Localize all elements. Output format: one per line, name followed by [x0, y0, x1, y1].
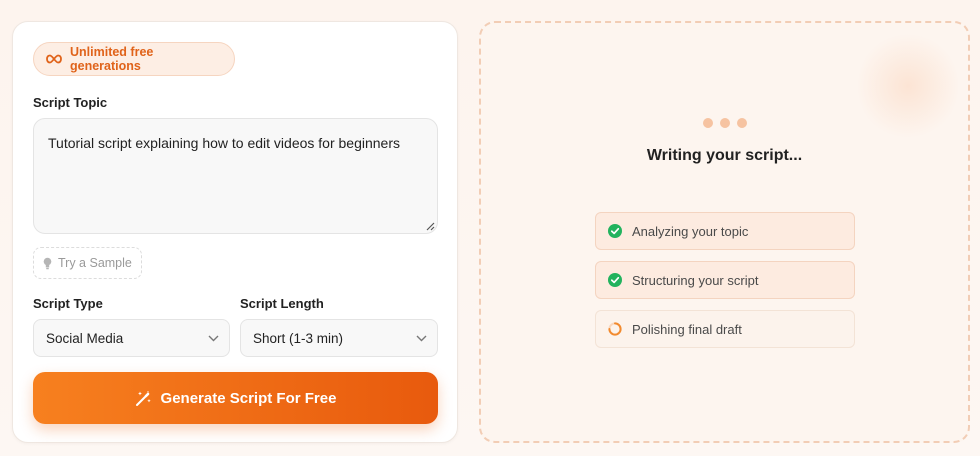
progress-step-polishing: Polishing final draft: [595, 310, 855, 348]
chevron-down-icon: [416, 335, 427, 341]
page: Unlimited free generations Script Topic …: [0, 0, 980, 456]
script-length-label: Script Length: [240, 296, 324, 311]
step-label: Polishing final draft: [632, 321, 742, 337]
script-length-select[interactable]: Short (1-3 min): [240, 319, 438, 357]
script-type-label: Script Type: [33, 296, 103, 311]
step-label: Structuring your script: [632, 272, 759, 288]
decorative-glow: [858, 31, 958, 141]
generate-script-button[interactable]: Generate Script For Free: [33, 372, 438, 424]
infinity-icon: [46, 54, 62, 64]
check-circle-icon: [608, 273, 622, 287]
try-sample-button[interactable]: Try a Sample: [33, 247, 142, 279]
generate-button-label: Generate Script For Free: [160, 389, 337, 407]
script-output-panel: Writing your script... Analyzing your to…: [479, 21, 970, 443]
script-length-value: Short (1-3 min): [253, 330, 344, 346]
try-sample-label: Try a Sample: [58, 256, 132, 270]
magic-wand-icon: [135, 390, 151, 406]
spinner-icon: [608, 322, 622, 336]
script-form-card: Unlimited free generations Script Topic …: [12, 21, 458, 443]
progress-step-structuring: Structuring your script: [595, 261, 855, 299]
progress-step-analyzing: Analyzing your topic: [595, 212, 855, 250]
unlimited-generations-badge: Unlimited free generations: [33, 42, 235, 76]
loading-dot: [703, 118, 713, 128]
chevron-down-icon: [208, 335, 219, 341]
loading-dots: [703, 118, 747, 128]
loading-dot: [720, 118, 730, 128]
script-type-select[interactable]: Social Media: [33, 319, 230, 357]
resize-handle-icon[interactable]: [425, 221, 435, 231]
step-label: Analyzing your topic: [632, 223, 749, 239]
check-circle-icon: [608, 224, 622, 238]
loading-dot: [737, 118, 747, 128]
lightbulb-icon: [43, 257, 52, 269]
script-type-value: Social Media: [46, 330, 124, 346]
badge-label: Unlimited free generations: [70, 45, 154, 73]
script-topic-input[interactable]: Tutorial script explaining how to edit v…: [33, 118, 438, 234]
script-topic-label: Script Topic: [33, 95, 108, 110]
writing-status-title: Writing your script...: [646, 147, 803, 164]
